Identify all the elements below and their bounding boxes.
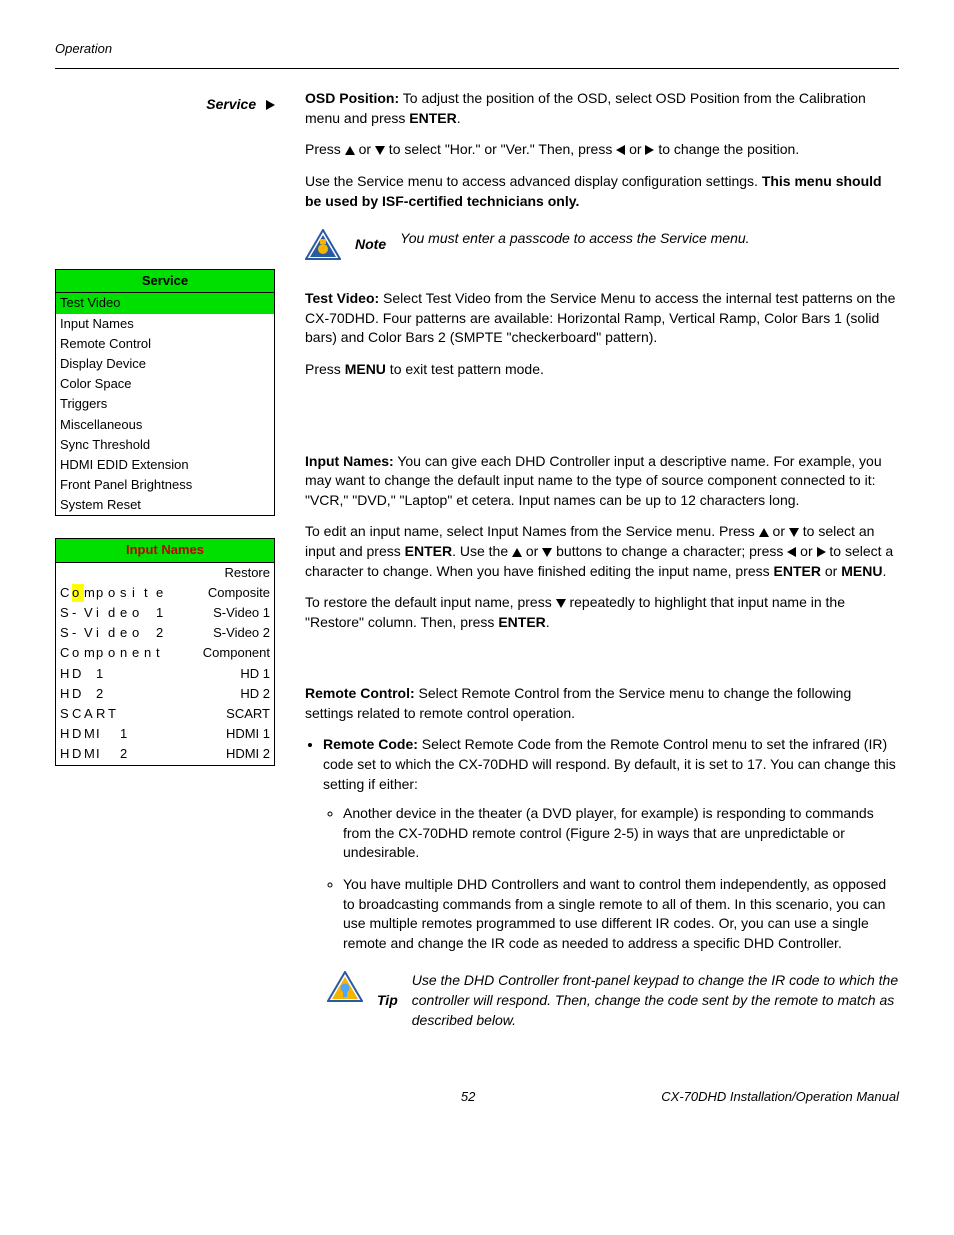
remote-code-sub-2: You have multiple DHD Controllers and wa… xyxy=(343,875,899,953)
note-icon xyxy=(305,229,341,261)
remote-code-bullet: Remote Code: Select Remote Code from the… xyxy=(323,735,899,953)
input-names-row: HD 1HD 1 xyxy=(56,664,274,684)
service-menu-item: Input Names xyxy=(56,314,274,334)
tip-text: Use the DHD Controller front-panel keypa… xyxy=(412,971,899,1030)
note-label: Note xyxy=(355,235,386,255)
service-menu-item: Sync Threshold xyxy=(56,435,274,455)
input-names-paragraph-2: To edit an input name, select Input Name… xyxy=(305,522,899,581)
page-number: 52 xyxy=(275,1088,661,1106)
arrow-down-icon xyxy=(789,528,799,537)
input-names-row: CompositeComposite xyxy=(56,583,274,603)
note-text: You must enter a passcode to access the … xyxy=(400,229,899,249)
arrow-down-icon xyxy=(375,146,385,155)
header-rule xyxy=(55,68,899,69)
arrow-down-icon xyxy=(542,548,552,557)
service-menu-item: Color Space xyxy=(56,374,274,394)
remote-code-sub-1: Another device in the theater (a DVD pla… xyxy=(343,804,899,863)
service-menu-item: System Reset xyxy=(56,495,274,515)
service-intro-paragraph: Use the Service menu to access advanced … xyxy=(305,172,899,211)
arrow-up-icon xyxy=(512,548,522,557)
service-menu-item: Remote Control xyxy=(56,334,274,354)
arrow-left-icon xyxy=(616,145,625,155)
input-names-row: SCARTSCART xyxy=(56,704,274,724)
input-names-paragraph-3: To restore the default input name, press… xyxy=(305,593,899,632)
note-callout: Note You must enter a passcode to access… xyxy=(305,229,899,261)
tip-callout: Tip Use the DHD Controller front-panel k… xyxy=(327,971,899,1030)
service-menu-item: HDMI EDID Extension xyxy=(56,455,274,475)
test-video-exit-paragraph: Press MENU to exit test pattern mode. xyxy=(305,360,899,380)
osd-position-paragraph: OSD Position: To adjust the position of … xyxy=(305,89,899,128)
input-names-menu-box: Input Names Restore CompositeCompositeS-… xyxy=(55,538,275,765)
input-names-restore-header: Restore xyxy=(56,563,274,583)
input-names-row: S-Video 2S-Video 2 xyxy=(56,623,274,643)
service-menu-item: Display Device xyxy=(56,354,274,374)
osd-press-paragraph: Press or to select "Hor." or "Ver." Then… xyxy=(305,140,899,160)
input-names-row: HD 2HD 2 xyxy=(56,684,274,704)
input-names-row: HDMI 1HDMI 1 xyxy=(56,724,274,744)
input-names-row: HDMI 2HDMI 2 xyxy=(56,744,274,764)
arrow-left-icon xyxy=(787,547,796,557)
footer-title: CX-70DHD Installation/Operation Manual xyxy=(661,1088,899,1106)
tip-label: Tip xyxy=(377,991,398,1011)
service-menu-item: Test Video xyxy=(56,293,274,313)
service-menu-item: Triggers xyxy=(56,394,274,414)
footer: 52 CX-70DHD Installation/Operation Manua… xyxy=(55,1088,899,1106)
remote-control-paragraph: Remote Control: Select Remote Control fr… xyxy=(305,684,899,723)
arrow-right-icon xyxy=(817,547,826,557)
service-menu-item: Miscellaneous xyxy=(56,415,274,435)
service-side-heading: Service xyxy=(55,95,275,115)
tip-icon xyxy=(327,971,363,1003)
input-names-paragraph-1: Input Names: You can give each DHD Contr… xyxy=(305,452,899,511)
service-menu-item: Front Panel Brightness xyxy=(56,475,274,495)
chevron-right-icon xyxy=(266,95,275,115)
arrow-up-icon xyxy=(345,146,355,155)
arrow-up-icon xyxy=(759,528,769,537)
input-names-row: ComponentComponent xyxy=(56,643,274,663)
header-section: Operation xyxy=(55,40,899,58)
service-menu-box: Service Test VideoInput NamesRemote Cont… xyxy=(55,269,275,516)
arrow-down-icon xyxy=(556,599,566,608)
service-menu-title: Service xyxy=(56,270,274,293)
input-names-row: S-Video 1S-Video 1 xyxy=(56,603,274,623)
input-names-menu-title: Input Names xyxy=(56,539,274,562)
test-video-paragraph: Test Video: Select Test Video from the S… xyxy=(305,289,899,348)
